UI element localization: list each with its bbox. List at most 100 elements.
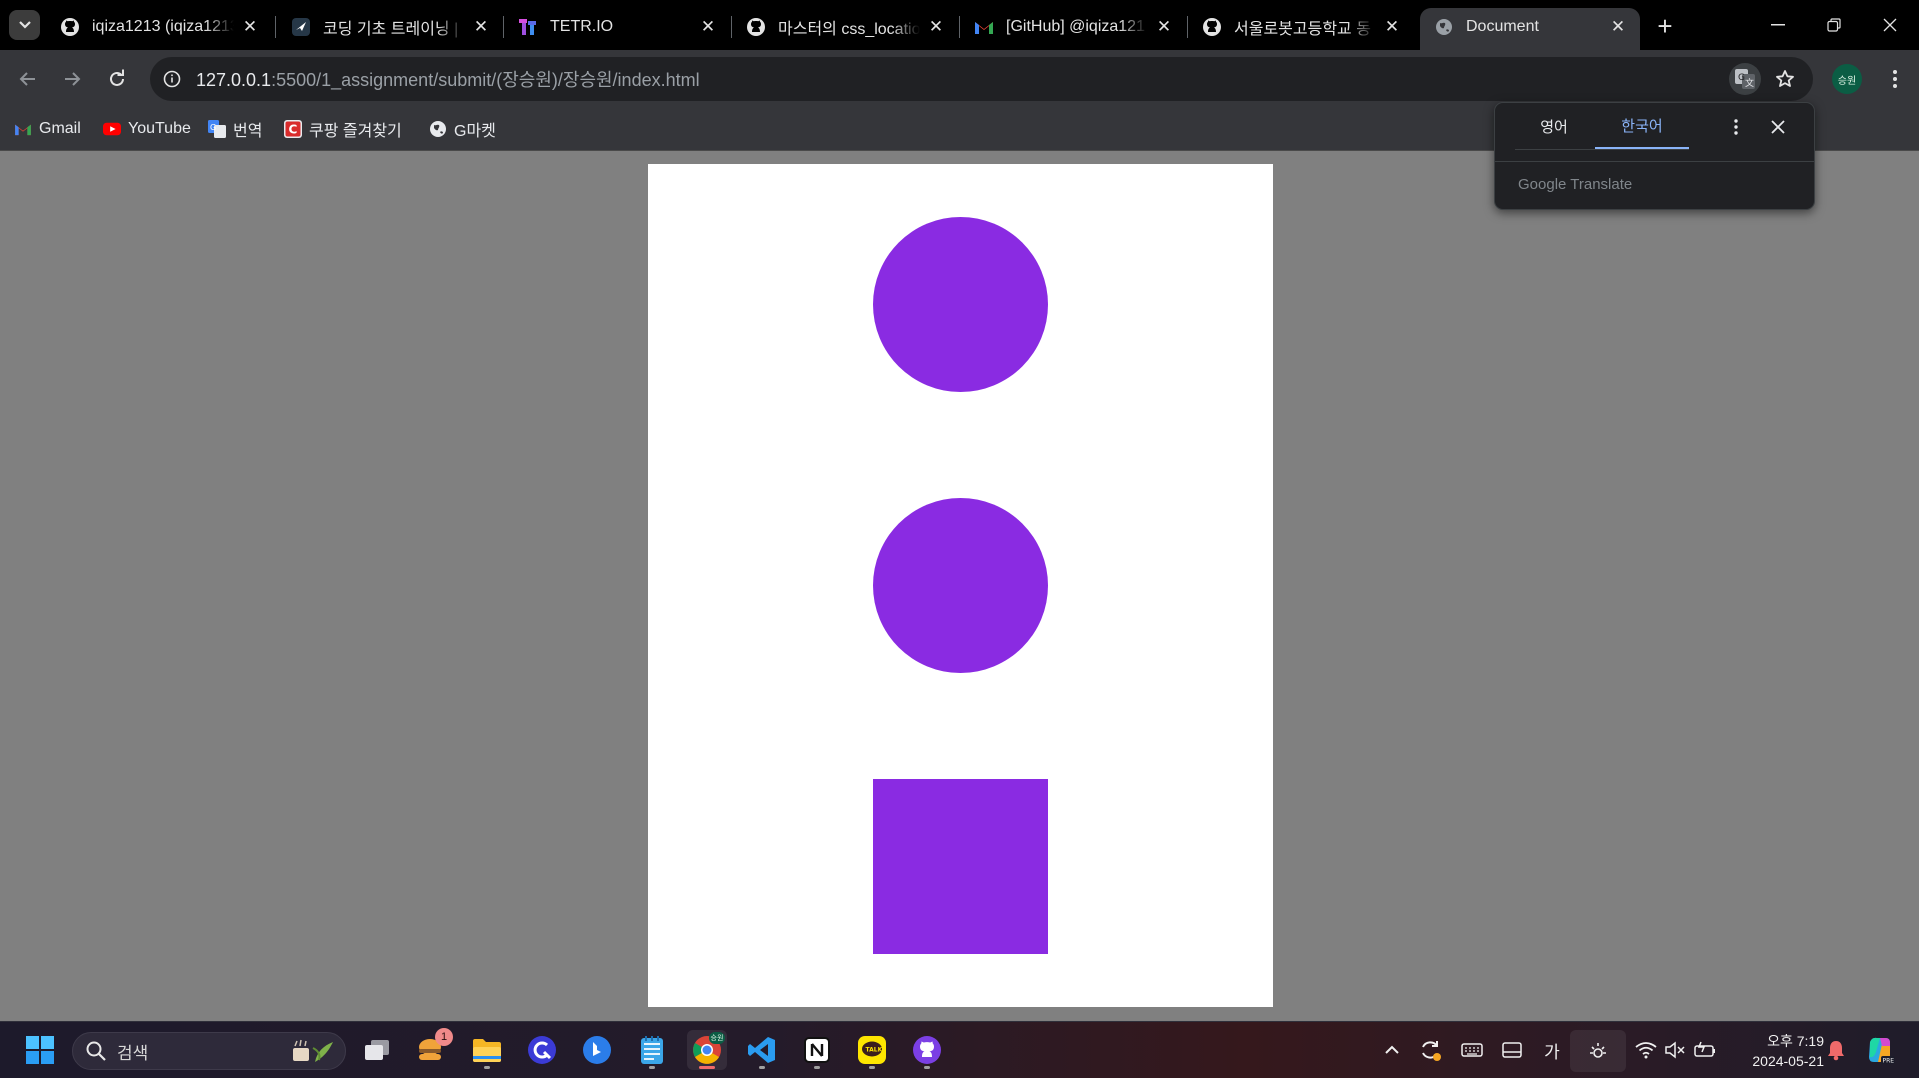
svg-text:文: 文 xyxy=(1745,77,1754,89)
arrow-right-icon xyxy=(65,72,81,86)
taskbar-clock[interactable]: 오후 7:19 2024-05-21 xyxy=(1728,1031,1824,1071)
translate-options-button[interactable] xyxy=(1726,117,1746,137)
bookmark-coupang[interactable]: C 쿠팡 즐겨찾기 xyxy=(284,114,402,144)
reload-button[interactable] xyxy=(102,64,132,94)
close-icon[interactable]: ✕ xyxy=(240,17,260,37)
clock-date: 2024-05-21 xyxy=(1752,1053,1824,1069)
tab-gmail-github[interactable]: [GitHub] @iqiza121 ✕ xyxy=(960,8,1186,50)
start-button[interactable] xyxy=(20,1030,60,1070)
bookmark-star-button[interactable] xyxy=(1769,63,1801,95)
address-bar[interactable]: 127.0.0.1:5500/1_assignment/submit/(장승원)… xyxy=(150,57,1813,101)
bookmark-youtube[interactable]: YouTube xyxy=(103,114,191,144)
github-desktop-icon xyxy=(913,1036,941,1064)
translate-button[interactable]: G文 xyxy=(1729,63,1761,95)
taskbar-search-app[interactable] xyxy=(522,1030,562,1070)
translate-tab-korean[interactable]: 한국어 xyxy=(1595,103,1689,149)
forward-button[interactable] xyxy=(57,64,87,94)
tab-coding-training[interactable]: 코딩 기초 트레이닝 | ✕ xyxy=(277,8,503,50)
search-label: 검색 xyxy=(117,1043,149,1063)
battery-button[interactable] xyxy=(1693,1038,1717,1062)
tab-title: Document xyxy=(1466,18,1539,35)
tab-title: 마스터의 css_locatio xyxy=(778,21,920,38)
close-icon[interactable]: ✕ xyxy=(698,17,718,37)
taskbar-kakaotalk[interactable]: TALK xyxy=(852,1030,892,1070)
translate-popup: 영어 한국어 Google Translate xyxy=(1494,102,1815,210)
taskbar-notion[interactable] xyxy=(797,1030,837,1070)
document-body xyxy=(648,164,1273,1007)
bookmark-label: Gmail xyxy=(39,120,81,137)
github-icon xyxy=(746,17,766,37)
taskbar-notepad[interactable] xyxy=(632,1030,672,1070)
site-info-button[interactable] xyxy=(156,63,188,95)
tab-github-profile[interactable]: iqiza1213 (iqiza1213 ✕ xyxy=(46,8,272,50)
tablet-mode-button[interactable] xyxy=(1500,1038,1524,1062)
new-tab-button[interactable]: + xyxy=(1651,11,1679,41)
tab-css-location[interactable]: 마스터의 css_locatio ✕ xyxy=(732,8,958,50)
reload-icon xyxy=(110,69,124,86)
close-icon xyxy=(1771,120,1785,134)
bookmark-gmarket[interactable]: G마켓 xyxy=(429,114,496,144)
purple-circle-1 xyxy=(873,217,1048,392)
taskbar-vscode[interactable] xyxy=(742,1030,782,1070)
youtube-icon xyxy=(103,120,121,138)
restore-button[interactable] xyxy=(1807,0,1861,50)
taskbar-file-explorer[interactable] xyxy=(467,1030,507,1070)
google-translate-label: Google Translate xyxy=(1518,176,1633,193)
minimize-button[interactable] xyxy=(1751,0,1805,50)
sync-tray-button[interactable] xyxy=(1418,1038,1442,1062)
tab-tetrio[interactable]: TETR.IO ✕ xyxy=(504,8,730,50)
tab-title: iqiza1213 (iqiza1213 xyxy=(92,18,234,35)
taskbar-task-view[interactable] xyxy=(357,1030,397,1070)
restore-icon xyxy=(1827,18,1841,32)
running-indicator xyxy=(699,1066,715,1069)
tab-search-button[interactable] xyxy=(9,10,40,40)
back-button[interactable] xyxy=(13,64,43,94)
taskbar-github-desktop[interactable] xyxy=(907,1030,947,1070)
bookmark-translate[interactable]: G 번역 xyxy=(208,114,262,144)
google-translate-icon: G文 xyxy=(1735,69,1755,89)
close-icon[interactable]: ✕ xyxy=(471,17,491,37)
bookmark-label: 번역 xyxy=(233,123,263,140)
close-icon[interactable]: ✕ xyxy=(1154,17,1174,37)
wifi-button[interactable] xyxy=(1634,1038,1658,1062)
bookmark-label: 쿠팡 즐겨찾기 xyxy=(309,123,402,140)
svg-text:C: C xyxy=(289,123,298,137)
battery-charging-icon xyxy=(1694,1041,1715,1057)
running-indicator xyxy=(759,1066,765,1069)
translate-close-button[interactable] xyxy=(1768,117,1788,137)
github-icon xyxy=(60,17,80,37)
taskbar-bing[interactable] xyxy=(577,1030,617,1070)
close-window-button[interactable] xyxy=(1863,0,1917,50)
purple-square xyxy=(873,779,1048,954)
quick-settings-brightness[interactable] xyxy=(1570,1030,1626,1072)
minimize-icon xyxy=(1771,24,1785,26)
chrome-menu-button[interactable] xyxy=(1880,64,1910,94)
tab-title: TETR.IO xyxy=(550,18,614,35)
tab-document[interactable]: Document ✕ xyxy=(1420,8,1640,50)
tab-separator xyxy=(275,16,276,38)
taskbar-search[interactable]: 검색 xyxy=(72,1032,346,1070)
close-icon[interactable]: ✕ xyxy=(1382,17,1402,37)
close-icon[interactable]: ✕ xyxy=(1608,17,1628,37)
search-icon xyxy=(86,1041,106,1061)
taskbar-chrome[interactable]: 승원 xyxy=(687,1030,727,1070)
taskbar-weather-widget[interactable]: 1 xyxy=(412,1028,453,1070)
touch-keyboard-button[interactable] xyxy=(1460,1038,1484,1062)
show-hidden-icons-button[interactable] xyxy=(1380,1038,1404,1062)
copilot-button[interactable]: PRE xyxy=(1864,1034,1896,1066)
translate-tab-english[interactable]: 영어 xyxy=(1515,103,1593,149)
notifications-button[interactable] xyxy=(1824,1038,1848,1062)
tab-title: 코딩 기초 트레이닝 | xyxy=(323,21,459,38)
bookmark-gmail[interactable]: Gmail xyxy=(14,114,81,144)
volume-button[interactable] xyxy=(1663,1038,1687,1062)
tab-seoul-robot-school[interactable]: 서울로봇고등학교 동 ✕ xyxy=(1188,8,1414,50)
running-indicator xyxy=(814,1066,820,1069)
keyboard-icon xyxy=(1461,1043,1483,1057)
close-icon[interactable]: ✕ xyxy=(926,17,946,37)
avatar[interactable]: 승원 xyxy=(1832,64,1862,94)
chevron-down-icon xyxy=(18,21,31,29)
url-text[interactable]: 127.0.0.1:5500/1_assignment/submit/(장승원)… xyxy=(196,66,700,92)
ime-indicator[interactable]: 가 xyxy=(1540,1038,1564,1062)
running-indicator xyxy=(869,1066,875,1069)
info-icon xyxy=(163,70,181,88)
